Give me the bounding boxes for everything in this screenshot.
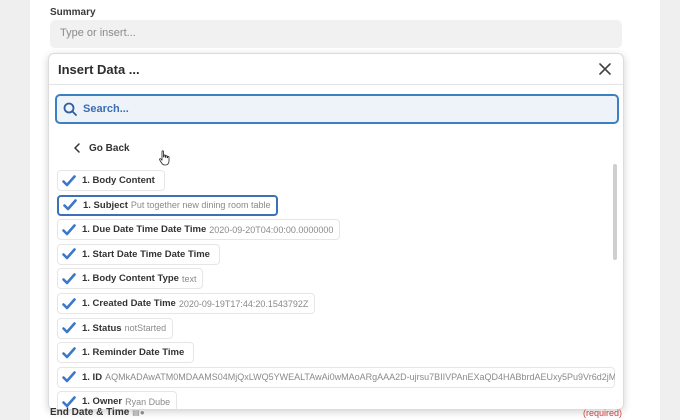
- item-label: 1. Due Date Time Date Time: [82, 224, 207, 236]
- item-label: 1. Body Content Type: [82, 273, 179, 285]
- check-icon: [62, 248, 76, 260]
- search-box[interactable]: [55, 94, 619, 124]
- check-icon: [62, 371, 76, 383]
- item-label: 1. Start Date Time Date Time: [82, 248, 210, 260]
- item-label: 1. Body Content: [82, 175, 155, 186]
- list-item[interactable]: 1. Start Date Time Date Time: [57, 243, 220, 265]
- close-button[interactable]: [595, 59, 615, 79]
- check-icon: [63, 199, 77, 211]
- item-label: 1. Created Date Time: [82, 298, 176, 309]
- summary-label: Summary: [50, 7, 96, 18]
- search-input[interactable]: [83, 103, 583, 115]
- check-icon: [62, 346, 76, 358]
- list-item[interactable]: 1. Body Content: [57, 170, 165, 191]
- list-item[interactable]: 1. Body Content Type text: [57, 268, 204, 290]
- go-back-label: Go Back: [89, 142, 130, 154]
- summary-input[interactable]: Type or insert...: [50, 20, 622, 48]
- check-icon: [62, 223, 76, 235]
- scrollbar[interactable]: [613, 164, 617, 404]
- end-date-time-text: End Date & Time: [50, 407, 130, 418]
- check-icon: [62, 322, 76, 334]
- hand-cursor-icon: [159, 150, 170, 166]
- info-icons: ▤●: [132, 408, 145, 417]
- popup-title: Insert Data ...: [58, 62, 140, 77]
- check-icon: [62, 174, 76, 186]
- list-item[interactable]: 1. Due Date Time Date Time 2020-09-20T04:…: [57, 219, 341, 241]
- list-item[interactable]: 1. Status notStarted: [57, 317, 174, 339]
- item-value: 2020-09-20T04:00:00.0000000: [209, 224, 334, 235]
- check-icon: [62, 273, 76, 285]
- item-value: notStarted: [124, 323, 167, 334]
- search-icon: [63, 102, 77, 116]
- close-icon: [599, 63, 611, 75]
- item-label: 1. Reminder Date Time: [82, 347, 185, 359]
- list-item[interactable]: 1. Reminder Date Time: [57, 342, 195, 364]
- item-value: Put together new dining room table: [130, 200, 271, 211]
- item-value: 2020-09-19T17:44:20.1543792Z: [178, 298, 309, 309]
- item-label: 1. Subject: [83, 199, 128, 211]
- item-label: 1. Status: [82, 322, 122, 334]
- popup-header: Insert Data ...: [49, 54, 623, 85]
- scrollbar-thumb[interactable]: [613, 164, 617, 260]
- list-item[interactable]: 1. ID AQMkADAwATM0MDAAMS04MjQxLWQ5YWEALTA…: [57, 366, 615, 388]
- go-back-button[interactable]: Go Back: [73, 140, 130, 156]
- list-item[interactable]: 1. Created Date Time 2020-09-19T17:44:20.…: [57, 293, 316, 314]
- end-date-time-label: End Date & Time ▤●: [50, 407, 145, 418]
- item-value: AQMkADAwATM0MDAAMS04MjQxLWQ5YWEALTAwAi0w…: [105, 372, 615, 383]
- insert-data-popup: Insert Data ... Go Back 1. Body Content1…: [48, 53, 624, 410]
- check-icon: [62, 297, 76, 309]
- chevron-left-icon: [74, 143, 80, 153]
- required-badge: (required): [582, 408, 622, 418]
- item-value: text: [181, 273, 197, 284]
- data-field-list: 1. Body Content 1. Subject Put together ne…: [49, 164, 615, 409]
- list-item[interactable]: 1. Subject Put together new dining room t…: [57, 194, 279, 216]
- item-label: 1. Owner: [82, 396, 123, 408]
- item-value: Ryan Dube: [125, 396, 171, 407]
- item-label: 1. ID: [82, 371, 103, 383]
